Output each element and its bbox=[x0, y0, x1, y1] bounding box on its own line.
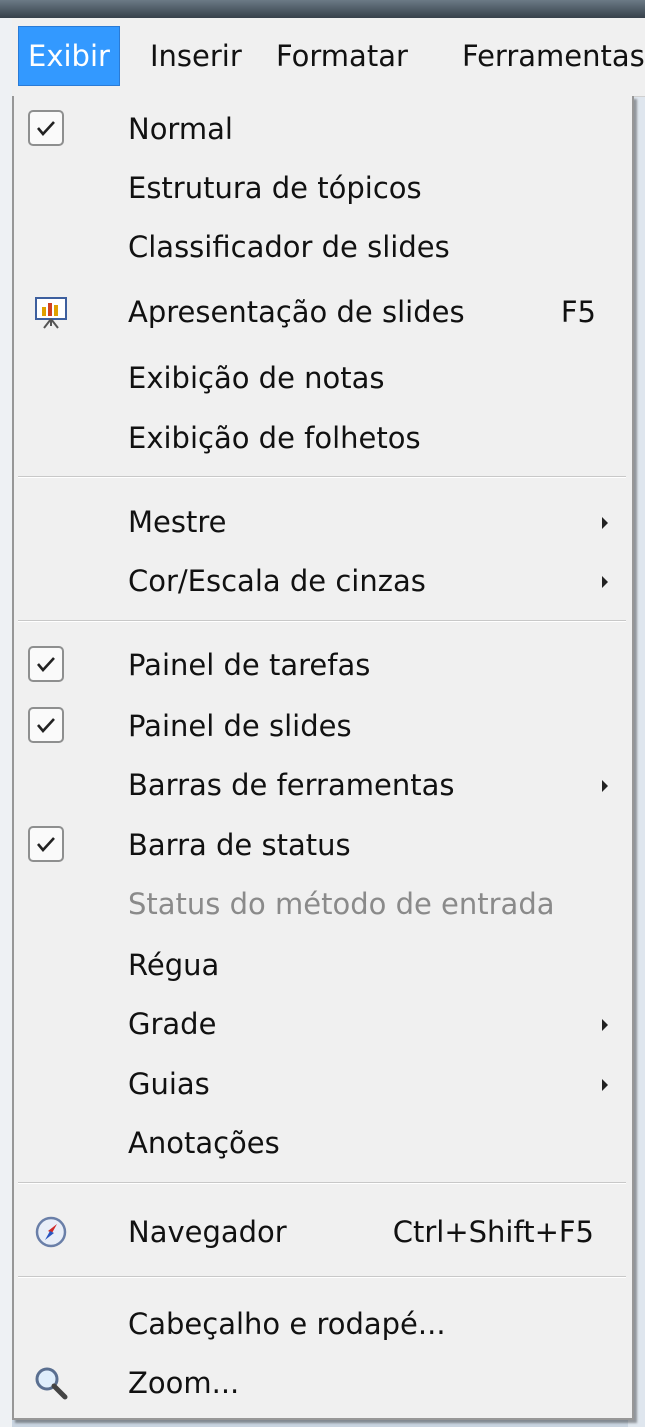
menu-item-barras-ferramentas[interactable]: Barras de ferramentas bbox=[14, 756, 632, 814]
menu-formatar[interactable]: Formatar bbox=[266, 26, 418, 86]
menu-item-regua[interactable]: Régua bbox=[14, 936, 632, 994]
check-icon bbox=[28, 646, 64, 682]
menu-separator bbox=[18, 476, 626, 478]
menu-item-estrutura-topicos[interactable]: Estrutura de tópicos bbox=[14, 159, 632, 217]
slideshow-icon bbox=[34, 295, 68, 329]
menu-item-classificador-slides[interactable]: Classificador de slides bbox=[14, 218, 632, 276]
menu-separator bbox=[18, 1182, 626, 1184]
view-menu-dropdown: Normal Estrutura de tópicos Classificado… bbox=[12, 96, 634, 1420]
submenu-arrow-icon bbox=[602, 576, 608, 588]
menu-item-cor-escala-cinzas[interactable]: Cor/Escala de cinzas bbox=[14, 552, 632, 610]
magnifier-icon bbox=[34, 1366, 68, 1400]
submenu-arrow-icon bbox=[602, 517, 608, 529]
menu-inserir[interactable]: Inserir bbox=[140, 26, 252, 86]
menu-item-apresentacao-slides[interactable]: Apresentação de slides F5 bbox=[14, 283, 632, 341]
compass-icon bbox=[34, 1215, 68, 1249]
check-icon bbox=[28, 707, 64, 743]
menu-item-mestre[interactable]: Mestre bbox=[14, 493, 632, 551]
shortcut-label: F5 bbox=[560, 295, 596, 329]
menubar: Exibir Inserir Formatar Ferramentas bbox=[12, 18, 645, 97]
menu-ferramentas[interactable]: Ferramentas bbox=[452, 26, 645, 86]
menu-item-cabecalho-rodape[interactable]: Cabeçalho e rodapé... bbox=[14, 1295, 632, 1353]
menu-item-painel-slides[interactable]: Painel de slides bbox=[14, 697, 632, 755]
menu-exibir[interactable]: Exibir bbox=[18, 26, 120, 86]
submenu-arrow-icon bbox=[602, 1079, 608, 1091]
window-background-left bbox=[0, 18, 12, 1427]
menu-item-normal[interactable]: Normal bbox=[14, 100, 632, 158]
menu-item-grade[interactable]: Grade bbox=[14, 995, 632, 1053]
menu-item-anotacoes[interactable]: Anotações bbox=[14, 1114, 632, 1172]
menu-item-exibicao-folhetos[interactable]: Exibição de folhetos bbox=[14, 409, 632, 467]
window-titlebar-fragment bbox=[0, 0, 645, 18]
menu-item-exibicao-notas[interactable]: Exibição de notas bbox=[14, 349, 632, 407]
menu-item-navegador[interactable]: Navegador Ctrl+Shift+F5 bbox=[14, 1203, 632, 1261]
menu-item-guias[interactable]: Guias bbox=[14, 1055, 632, 1113]
shortcut-label: Ctrl+Shift+F5 bbox=[392, 1215, 594, 1249]
menu-item-status-metodo-entrada: Status do método de entrada bbox=[128, 887, 555, 921]
menu-item-barra-status[interactable]: Barra de status bbox=[14, 816, 632, 874]
submenu-arrow-icon bbox=[602, 1019, 608, 1031]
menu-item-zoom[interactable]: Zoom... bbox=[14, 1354, 632, 1412]
menu-separator bbox=[18, 1276, 626, 1278]
menu-separator bbox=[18, 620, 626, 622]
check-icon bbox=[28, 110, 64, 146]
submenu-arrow-icon bbox=[602, 780, 608, 792]
check-icon bbox=[28, 826, 64, 862]
menu-item-painel-tarefas[interactable]: Painel de tarefas bbox=[14, 636, 632, 694]
